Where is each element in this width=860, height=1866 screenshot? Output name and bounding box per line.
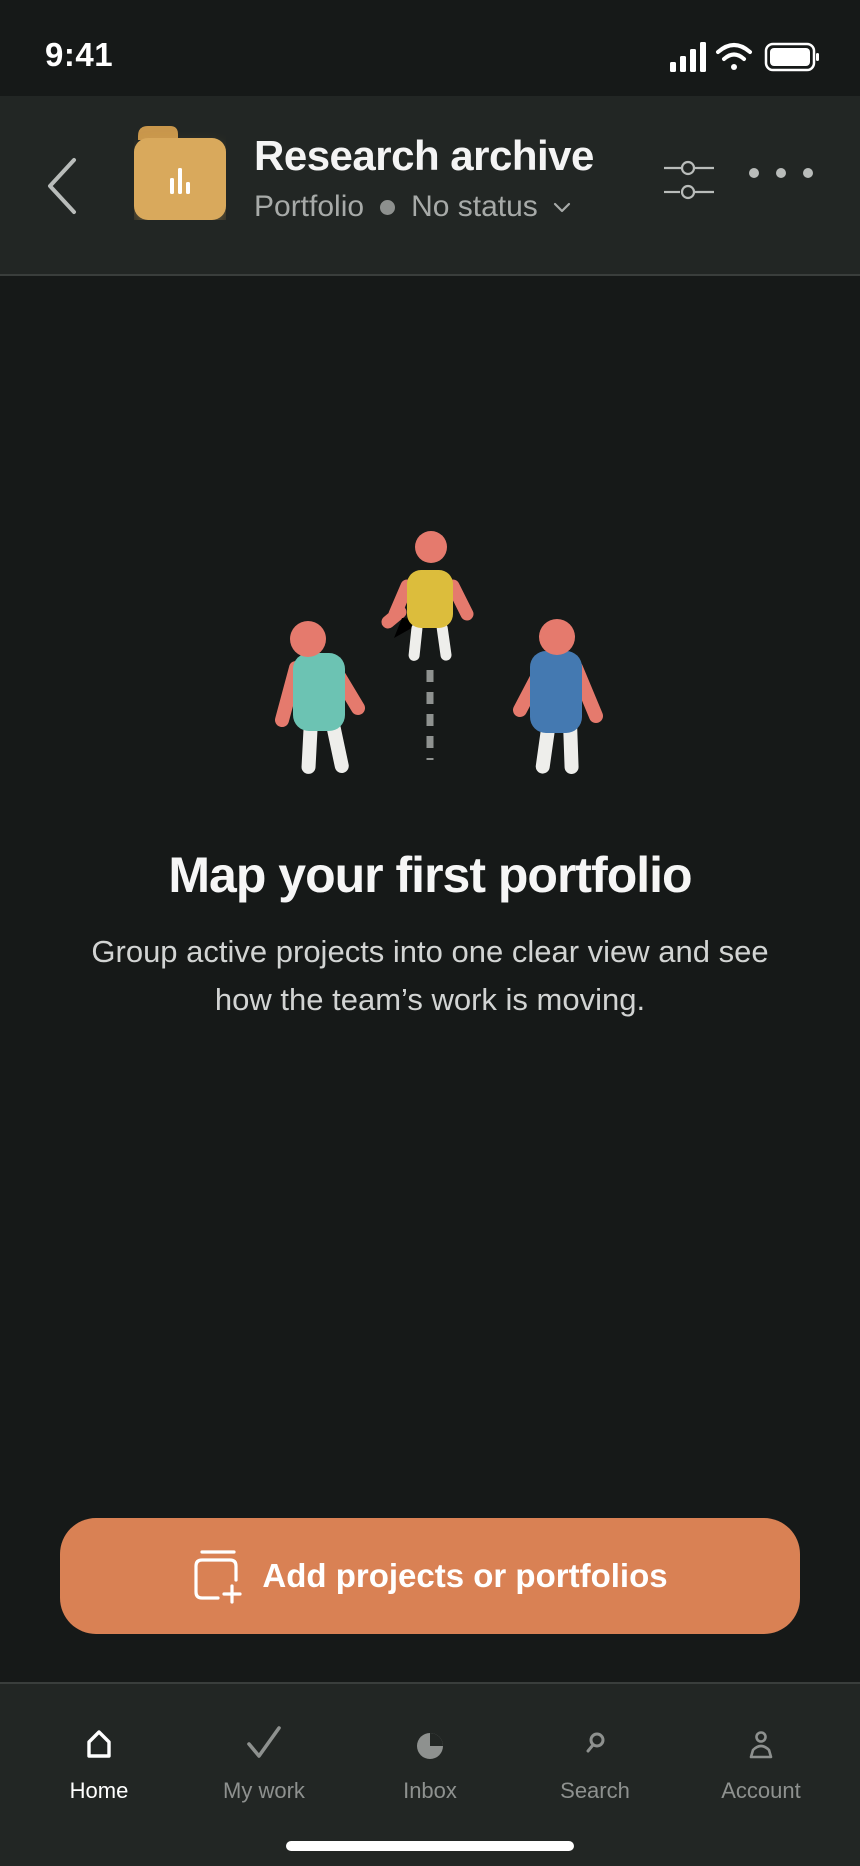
wifi-icon bbox=[716, 43, 752, 70]
chevron-down-icon[interactable] bbox=[552, 197, 572, 217]
battery-icon bbox=[764, 42, 819, 72]
person-teal-figure bbox=[275, 621, 365, 774]
tab-home-label: Home bbox=[69, 1778, 129, 1803]
inbox-icon bbox=[417, 1733, 443, 1759]
portfolio-folder-icon bbox=[134, 126, 226, 220]
cellular-signal-icon bbox=[670, 42, 706, 72]
chevron-left-icon bbox=[48, 158, 76, 214]
home-icon bbox=[87, 1730, 111, 1758]
team-illustration bbox=[275, 531, 603, 774]
tab-home[interactable]: Home bbox=[29, 1724, 169, 1814]
bottom-tab-bar: Home My work Inbox Search Account bbox=[0, 1682, 860, 1866]
filter-button[interactable] bbox=[660, 150, 718, 210]
tab-search[interactable]: Search bbox=[525, 1724, 665, 1814]
search-icon bbox=[586, 1732, 605, 1753]
person-blue-figure bbox=[513, 619, 603, 774]
portfolio-meta: Portfolio No status bbox=[254, 190, 572, 224]
status-selector[interactable]: No status bbox=[411, 190, 538, 224]
more-horizontal-icon bbox=[749, 168, 813, 178]
check-icon bbox=[247, 1726, 281, 1758]
portfolio-type-label: Portfolio bbox=[254, 190, 365, 223]
status-bar: 9:41 bbox=[0, 0, 860, 96]
person-yellow-figure bbox=[381, 531, 474, 661]
status-time: 9:41 bbox=[45, 36, 114, 73]
add-to-portfolio-icon bbox=[194, 1550, 243, 1604]
tab-search-label: Search bbox=[560, 1778, 630, 1803]
status-indicators bbox=[670, 42, 819, 72]
account-icon bbox=[749, 1731, 773, 1759]
tab-my-work[interactable]: My work bbox=[194, 1724, 334, 1814]
add-projects-label: Add projects or portfolios bbox=[262, 1557, 668, 1594]
tab-account[interactable]: Account bbox=[691, 1724, 831, 1814]
status-dot-icon bbox=[380, 199, 396, 215]
tab-inbox[interactable]: Inbox bbox=[360, 1724, 500, 1814]
tab-my-work-label: My work bbox=[223, 1778, 305, 1803]
tab-account-label: Account bbox=[721, 1778, 801, 1803]
sliders-icon bbox=[664, 160, 714, 200]
home-indicator bbox=[286, 1841, 574, 1851]
page-title: Research archive bbox=[254, 132, 594, 179]
portfolio-header: Research archive Portfolio No status bbox=[0, 96, 860, 276]
empty-state-title: Map your first portfolio bbox=[168, 847, 692, 903]
empty-state-description: Group active projects into one clear vie… bbox=[91, 934, 769, 1017]
add-projects-button[interactable]: Add projects or portfolios bbox=[60, 1518, 800, 1634]
back-button[interactable] bbox=[36, 146, 96, 226]
more-options-button[interactable] bbox=[744, 158, 818, 188]
tab-inbox-label: Inbox bbox=[403, 1778, 457, 1803]
